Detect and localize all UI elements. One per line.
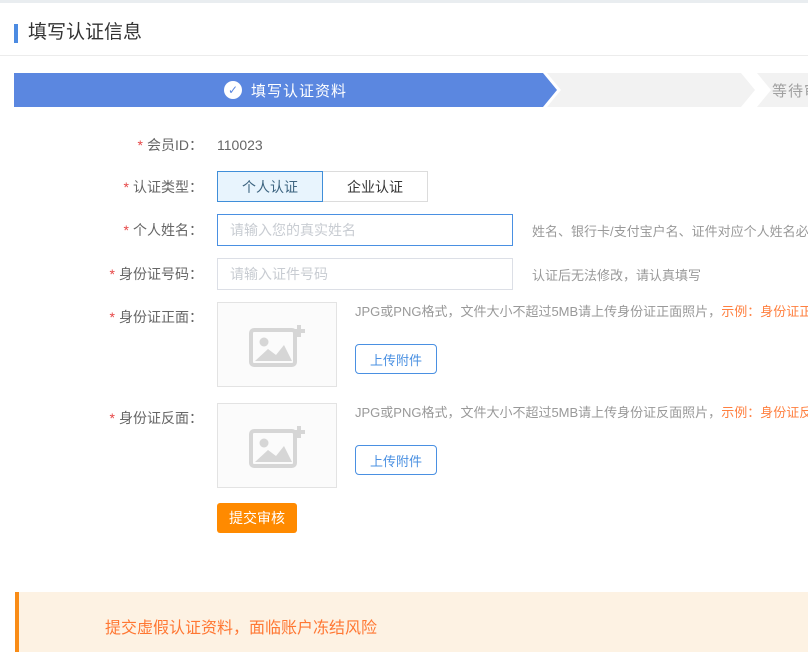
check-circle-icon: ✓ <box>224 81 242 99</box>
required-asterisk: * <box>110 410 115 426</box>
id-back-row: *身份证反面： JPG或PNG格式，文件大小不超过5MB请上传身份证反面照片，示… <box>0 403 808 488</box>
required-asterisk: * <box>110 309 115 325</box>
id-front-label: *身份证正面： <box>0 302 203 327</box>
id-back-hint: JPG或PNG格式，文件大小不超过5MB请上传身份证反面照片，示例：身份证反面.… <box>355 403 808 423</box>
id-number-input[interactable] <box>217 258 513 290</box>
step-separator-segment <box>547 73 755 107</box>
image-placeholder-icon <box>249 423 305 469</box>
auth-type-row: *认证类型： 个人认证 企业认证 <box>0 171 808 202</box>
auth-type-label: *认证类型： <box>0 177 203 197</box>
id-back-label: *身份证反面： <box>0 403 203 428</box>
submit-review-button[interactable]: 提交审核 <box>217 503 297 533</box>
member-id-label: *会员ID： <box>0 135 203 155</box>
id-back-upload-button[interactable]: 上传附件 <box>355 445 437 475</box>
title-accent-bar <box>14 24 18 43</box>
required-asterisk: * <box>138 137 143 153</box>
page-header: 填写认证信息 <box>0 3 808 56</box>
page-title-text: 填写认证信息 <box>28 23 142 43</box>
step-fill-auth-info: ✓ 填写认证资料 <box>14 73 557 107</box>
member-id-row: *会员ID： 110023 <box>0 135 808 155</box>
warning-text: 提交虚假认证资料，面临账户冻结风险 <box>105 614 808 638</box>
auth-type-tabs: 个人认证 企业认证 <box>217 171 428 202</box>
id-number-hint: 认证后无法修改，请认真填写 <box>532 265 701 284</box>
member-id-value: 110023 <box>217 137 263 153</box>
auth-form: *会员ID： 110023 *认证类型： 个人认证 企业认证 *个人姓名： 姓名… <box>0 135 808 533</box>
required-asterisk: * <box>110 266 115 282</box>
id-front-row: *身份证正面： JPG或PNG格式，文件大小不超过5MB请上传身份证正面照片，示… <box>0 302 808 387</box>
person-name-hint: 姓名、银行卡/支付宝户名、证件对应个人姓名必须一致 <box>532 221 808 240</box>
id-number-label: *身份证号码： <box>0 264 203 284</box>
image-placeholder-icon <box>249 322 305 368</box>
id-front-example-link[interactable]: 示例：身份证正面.png <box>721 304 808 319</box>
id-front-upload-button[interactable]: 上传附件 <box>355 344 437 374</box>
submit-row: 提交审核 <box>217 503 808 533</box>
warning-banner: 提交虚假认证资料，面临账户冻结风险 <box>15 592 808 652</box>
id-number-row: *身份证号码： 认证后无法修改，请认真填写 <box>0 258 808 290</box>
tab-enterprise-auth[interactable]: 企业认证 <box>322 171 428 202</box>
step-current-label: 填写认证资料 <box>251 80 347 101</box>
person-name-label: *个人姓名： <box>0 220 203 240</box>
id-front-upload-preview[interactable] <box>217 302 337 387</box>
page-title: 填写认证信息 <box>14 23 808 43</box>
step-wait-review: 等待审核 <box>757 73 808 107</box>
id-front-hint: JPG或PNG格式，文件大小不超过5MB请上传身份证正面照片，示例：身份证正面.… <box>355 302 808 322</box>
required-asterisk: * <box>124 222 129 238</box>
tab-personal-auth[interactable]: 个人认证 <box>217 171 323 202</box>
step-progress-bar: ✓ 填写认证资料 等待审核 <box>14 73 808 107</box>
person-name-row: *个人姓名： 姓名、银行卡/支付宝户名、证件对应个人姓名必须一致 <box>0 214 808 246</box>
person-name-input[interactable] <box>217 214 513 246</box>
step-next-label: 等待审核 <box>772 80 808 101</box>
id-back-upload-preview[interactable] <box>217 403 337 488</box>
id-back-example-link[interactable]: 示例：身份证反面.png <box>721 405 808 420</box>
required-asterisk: * <box>124 179 129 195</box>
